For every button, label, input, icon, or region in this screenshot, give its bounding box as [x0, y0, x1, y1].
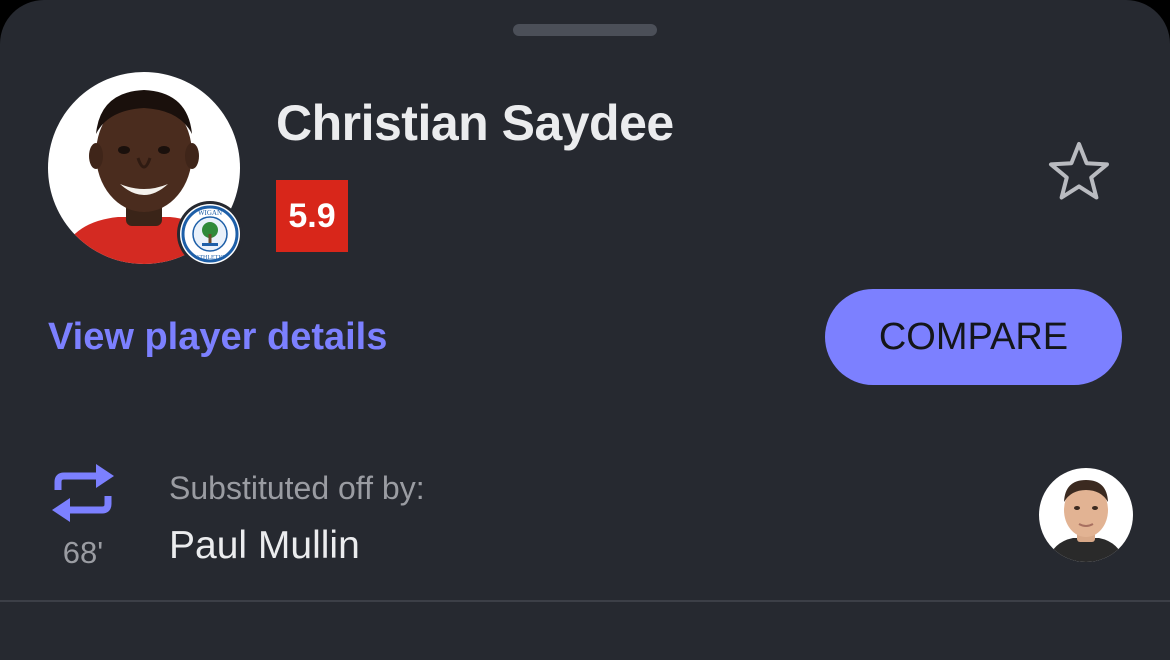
substitute-player-photo: [1047, 480, 1125, 562]
compare-button[interactable]: COMPARE: [825, 289, 1122, 385]
substitute-player-name[interactable]: Paul Mullin: [169, 524, 360, 568]
player-name: Christian Saydee: [276, 95, 674, 151]
badge-text-bottom: ATHLETIC: [196, 255, 225, 261]
divider: [0, 600, 1170, 602]
substitution-minute: 68': [62, 535, 104, 570]
substitution-caption: Substituted off by:: [169, 470, 425, 506]
player-rating-badge: 5.9: [276, 180, 348, 252]
player-bottom-sheet: WIGAN ATHLETIC Christian Saydee 5.9 View…: [0, 0, 1170, 660]
view-player-details-link[interactable]: View player details: [48, 316, 387, 359]
favorite-button[interactable]: [1046, 138, 1112, 204]
swap-arrows-icon: [50, 462, 116, 524]
club-crest-icon: WIGAN ATHLETIC: [181, 205, 239, 263]
badge-text-top: WIGAN: [198, 209, 222, 217]
drag-handle[interactable]: [513, 24, 657, 36]
substitute-player-avatar[interactable]: [1039, 468, 1133, 562]
star-outline-icon: [1049, 142, 1109, 200]
club-badge: WIGAN ATHLETIC: [180, 204, 240, 264]
